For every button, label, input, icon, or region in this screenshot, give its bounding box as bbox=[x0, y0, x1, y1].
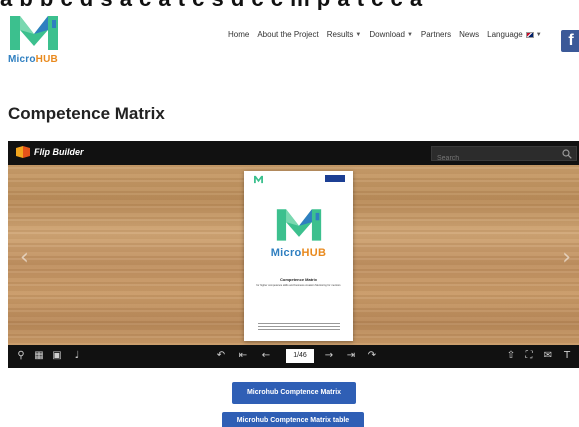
nav-label: Download bbox=[369, 30, 405, 39]
nav-label: Home bbox=[228, 30, 250, 39]
doc-logo-word-micro: Micro bbox=[270, 247, 302, 259]
doc-footer-text bbox=[258, 323, 340, 333]
doc-logo-word-hub: HUB bbox=[301, 247, 327, 259]
doc-logo-wordmark: MicroHUB bbox=[244, 247, 353, 259]
matrix-table-button[interactable]: Microhub Comptence Matrix table bbox=[222, 412, 364, 427]
prev-page-arrow-icon[interactable]: ‹ bbox=[20, 245, 29, 270]
nav-item-download[interactable]: Download ▼ bbox=[369, 30, 413, 39]
site-logo[interactable]: MicroHUB bbox=[8, 10, 72, 68]
doc-title: Competence Matrix bbox=[280, 277, 317, 282]
fullscreen-icon[interactable]: ⛶ bbox=[522, 349, 536, 363]
logo-word-hub: HUB bbox=[35, 54, 58, 65]
next-page-arrow-icon[interactable]: › bbox=[562, 245, 571, 270]
flipbook-topbar: Flip Builder bbox=[8, 141, 579, 165]
search-icon[interactable] bbox=[562, 149, 572, 159]
flipbook-stage: ‹ › MicroHUB Competence Matrix for highe… bbox=[8, 165, 579, 345]
nav-item-news[interactable]: News bbox=[459, 30, 479, 39]
nav-label: About the Project bbox=[257, 30, 319, 39]
flip-builder-brand[interactable]: Flip Builder bbox=[16, 146, 84, 158]
nav-item-about[interactable]: About the Project bbox=[257, 30, 318, 39]
page-title: Competence Matrix bbox=[8, 104, 165, 123]
nav-label: News bbox=[459, 30, 480, 39]
page-number-field[interactable]: 1/46 bbox=[286, 349, 314, 363]
nav-item-partners[interactable]: Partners bbox=[421, 30, 451, 39]
email-icon[interactable]: ✉ bbox=[541, 349, 555, 363]
share-icon[interactable]: ⇧ bbox=[504, 349, 518, 363]
language-label: Language bbox=[487, 30, 523, 39]
matrix-button[interactable]: Microhub Comptence Matrix bbox=[232, 382, 356, 404]
sound-icon[interactable]: ♩ bbox=[70, 349, 84, 363]
language-selector[interactable]: Language ▼ bbox=[487, 30, 542, 39]
doc-microhub-logo-icon bbox=[276, 209, 322, 241]
chevron-down-icon: ▼ bbox=[535, 31, 542, 38]
nav-item-results[interactable]: Results ▼ bbox=[327, 30, 362, 39]
nav-item-home[interactable]: Home bbox=[228, 30, 249, 39]
doc-header-text bbox=[269, 175, 319, 184]
chevron-down-icon: ▼ bbox=[355, 31, 362, 38]
microhub-logo-icon bbox=[10, 16, 58, 50]
nav-label: Partners bbox=[420, 30, 452, 39]
flipbook-viewer: Flip Builder ‹ › MicroHUB bbox=[8, 141, 579, 368]
uk-flag-icon bbox=[525, 31, 534, 38]
flip-builder-label: Flip Builder bbox=[34, 147, 84, 157]
nav-label: Results bbox=[326, 30, 354, 39]
prev-page-icon[interactable]: ← bbox=[259, 349, 273, 363]
document-page[interactable]: MicroHUB Competence Matrix for higher co… bbox=[244, 171, 353, 341]
doc-subtitle: for higher competence skills and busines… bbox=[256, 284, 341, 287]
text-icon[interactable]: T bbox=[560, 349, 574, 363]
logo-word-micro: Micro bbox=[8, 54, 36, 65]
table-of-contents-icon[interactable]: ▣ bbox=[50, 349, 64, 363]
last-page-icon[interactable]: ⇥ bbox=[344, 349, 358, 363]
chevron-down-icon: ▼ bbox=[406, 31, 413, 38]
eu-flag-icon bbox=[325, 175, 345, 182]
zoom-icon[interactable]: ⚲ bbox=[14, 349, 28, 363]
flip-builder-logo-icon bbox=[16, 146, 30, 158]
flipbook-search[interactable] bbox=[431, 146, 577, 165]
site-header: MicroHUB Home About the Project Results ▼… bbox=[0, 8, 579, 70]
flipbook-toolbar: ⚲ ▦ ▣ ♩ ↶ ⇤ ← 1/46 → ⇥ ↷ ⇧ ⛶ ✉ T bbox=[8, 345, 579, 368]
search-input[interactable] bbox=[432, 152, 552, 165]
first-page-icon[interactable]: ⇤ bbox=[236, 349, 250, 363]
thumbnails-icon[interactable]: ▦ bbox=[32, 349, 46, 363]
redo-icon[interactable]: ↷ bbox=[365, 349, 379, 363]
facebook-icon[interactable]: f bbox=[561, 30, 579, 52]
main-nav: Home About the Project Results ▼ Download… bbox=[228, 30, 550, 39]
logo-wordmark: MicroHUB bbox=[8, 54, 58, 65]
doc-mini-logo-icon bbox=[254, 175, 263, 184]
undo-icon[interactable]: ↶ bbox=[214, 349, 228, 363]
next-page-icon[interactable]: → bbox=[322, 349, 336, 363]
